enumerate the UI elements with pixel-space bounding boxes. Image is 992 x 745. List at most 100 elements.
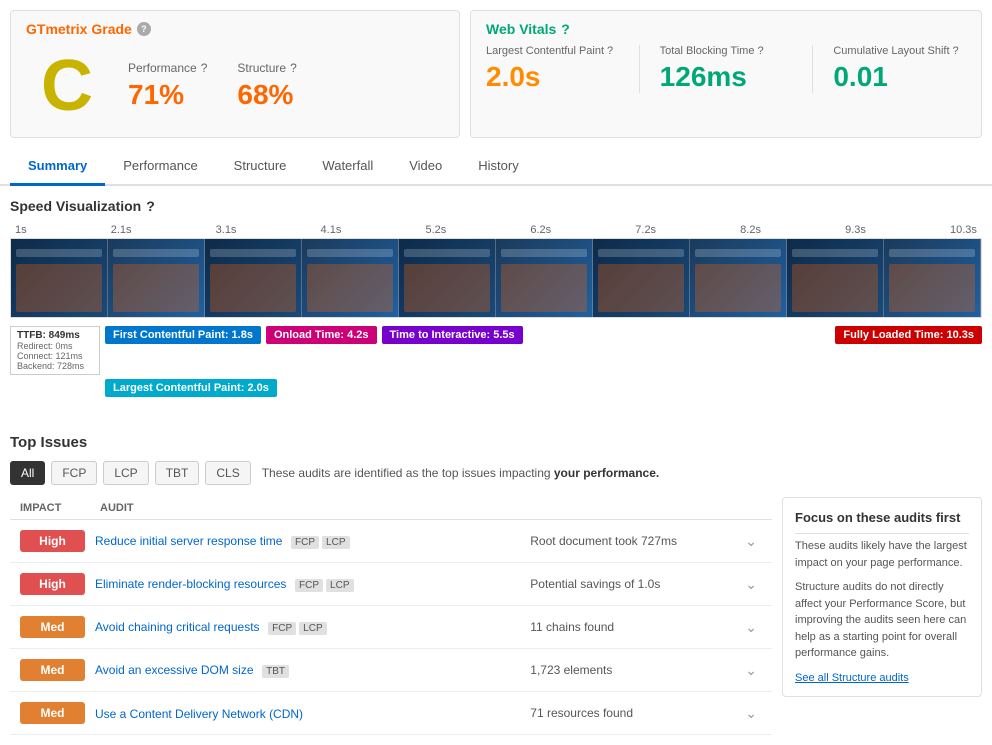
audit-expand-4[interactable]: ⌄: [740, 662, 762, 679]
structure-info-icon[interactable]: ?: [290, 61, 297, 75]
ttfb-block: TTFB: 849ms Redirect: 0ms Connect: 121ms…: [10, 326, 100, 375]
grade-letter: C: [26, 45, 108, 127]
col-impact-header: IMPACT: [20, 502, 100, 514]
screenshot-9: [787, 239, 884, 317]
screenshot-1: [11, 239, 108, 317]
structure-label: Structure ?: [237, 61, 296, 75]
lcp-info-icon[interactable]: ?: [607, 45, 613, 57]
timeline-markers: TTFB: 849ms Redirect: 0ms Connect: 121ms…: [10, 326, 982, 397]
impact-badge-1: High: [20, 530, 85, 552]
fcp-marker: First Contentful Paint: 1.8s: [105, 326, 261, 344]
ttfb-redirect: Redirect: 0ms: [17, 341, 93, 351]
tbt-vital: Total Blocking Time ? 126ms: [660, 45, 793, 93]
screenshot-8: [690, 239, 787, 317]
tab-history[interactable]: History: [460, 148, 536, 186]
fully-loaded-marker: Fully Loaded Time: 10.3s: [835, 326, 982, 344]
impact-badge-3: Med: [20, 616, 85, 638]
tag-tbt-4: TBT: [262, 665, 289, 678]
timeline-bar: [10, 238, 982, 318]
vital-divider-2: [812, 45, 813, 93]
filter-lcp[interactable]: LCP: [103, 461, 148, 485]
filter-desc: These audits are identified as the top i…: [262, 466, 660, 480]
audit-name-1[interactable]: Reduce initial server response time: [95, 534, 282, 548]
structure-metric: Structure ? 68%: [237, 61, 296, 111]
performance-info-icon[interactable]: ?: [201, 61, 208, 75]
audit-expand-1[interactable]: ⌄: [740, 533, 762, 550]
audit-name-3[interactable]: Avoid chaining critical requests: [95, 620, 260, 634]
tti-marker: Time to Interactive: 5.5s: [382, 326, 523, 344]
focus-link[interactable]: See all Structure audits: [795, 672, 909, 684]
performance-label: Performance ?: [128, 61, 207, 75]
grade-metrics: Performance ? 71% Structure ? 68%: [128, 61, 297, 111]
issues-title: Top Issues: [10, 434, 982, 451]
screenshot-4: [302, 239, 399, 317]
timeline-container: 1s 2.1s 3.1s 4.1s 5.2s 6.2s 7.2s 8.2s 9.…: [10, 224, 982, 397]
top-section: GTmetrix Grade ? C Performance ? 71% Str…: [0, 0, 992, 148]
cls-value: 0.01: [833, 61, 966, 93]
tab-waterfall[interactable]: Waterfall: [304, 148, 391, 186]
tab-structure[interactable]: Structure: [216, 148, 305, 186]
cls-vital: Cumulative Layout Shift ? 0.01: [833, 45, 966, 93]
audit-info-2: Eliminate render-blocking resources FCP …: [95, 576, 520, 592]
tbt-value: 126ms: [660, 61, 793, 93]
grade-info-icon[interactable]: ?: [137, 22, 151, 36]
performance-metric: Performance ? 71%: [128, 61, 207, 111]
impact-badge-4: Med: [20, 659, 85, 681]
focus-text-2: Structure audits do not directly affect …: [795, 579, 969, 662]
audit-tags-1: FCP LCP: [291, 536, 349, 549]
audit-detail-5: 71 resources found: [530, 706, 730, 720]
screenshot-3: [205, 239, 302, 317]
screenshot-6: [496, 239, 593, 317]
issues-section: Top Issues All FCP LCP TBT CLS These aud…: [0, 429, 992, 745]
ttfb-backend: Backend: 728ms: [17, 361, 93, 371]
table-row: Med Avoid an excessive DOM size TBT 1,72…: [10, 649, 772, 692]
onload-marker: Onload Time: 4.2s: [266, 326, 377, 344]
table-row: High Reduce initial server response time…: [10, 520, 772, 563]
speed-title: Speed Visualization ?: [10, 198, 982, 214]
tab-performance[interactable]: Performance: [105, 148, 215, 186]
tag-lcp-1: LCP: [322, 536, 349, 549]
table-row: Med Use a Content Delivery Network (CDN)…: [10, 692, 772, 735]
audit-name-5[interactable]: Use a Content Delivery Network (CDN): [95, 707, 303, 721]
table-header: IMPACT AUDIT: [10, 497, 772, 520]
audit-name-4[interactable]: Avoid an excessive DOM size: [95, 663, 254, 677]
focus-text-1: These audits likely have the largest imp…: [795, 538, 969, 571]
tbt-info-icon[interactable]: ?: [757, 45, 763, 57]
lcp-marker: Largest Contentful Paint: 2.0s: [105, 379, 277, 397]
tab-summary[interactable]: Summary: [10, 148, 105, 186]
audit-expand-2[interactable]: ⌄: [740, 576, 762, 593]
tag-fcp-2: FCP: [295, 579, 323, 592]
table-row: High Eliminate render-blocking resources…: [10, 563, 772, 606]
vitals-info-icon[interactable]: ?: [561, 21, 570, 37]
focus-panel: Focus on these audits first These audits…: [782, 497, 982, 697]
impact-badge-2: High: [20, 573, 85, 595]
filter-bar: All FCP LCP TBT CLS These audits are ide…: [10, 461, 982, 485]
ttfb-title: TTFB: 849ms: [17, 330, 93, 341]
filter-tbt[interactable]: TBT: [155, 461, 200, 485]
performance-value: 71%: [128, 79, 207, 111]
tab-video[interactable]: Video: [391, 148, 460, 186]
audit-tags-4: TBT: [262, 665, 289, 678]
filter-cls[interactable]: CLS: [205, 461, 250, 485]
grade-content: C Performance ? 71% Structure ? 68%: [26, 45, 444, 127]
cls-info-icon[interactable]: ?: [953, 45, 959, 57]
audit-info-5: Use a Content Delivery Network (CDN): [95, 706, 520, 721]
audit-expand-5[interactable]: ⌄: [740, 705, 762, 722]
screenshot-5: [399, 239, 496, 317]
issues-container: IMPACT AUDIT High Reduce initial server …: [10, 497, 982, 735]
filter-fcp[interactable]: FCP: [51, 461, 97, 485]
audit-name-2[interactable]: Eliminate render-blocking resources: [95, 577, 286, 591]
filter-all[interactable]: All: [10, 461, 45, 485]
timeline-labels: 1s 2.1s 3.1s 4.1s 5.2s 6.2s 7.2s 8.2s 9.…: [10, 224, 982, 236]
speed-section: Speed Visualization ? 1s 2.1s 3.1s 4.1s …: [0, 186, 992, 429]
marker-row-2: Largest Contentful Paint: 2.0s: [105, 379, 982, 397]
grade-card: GTmetrix Grade ? C Performance ? 71% Str…: [10, 10, 460, 138]
audit-detail-3: 11 chains found: [530, 620, 730, 634]
audit-info-1: Reduce initial server response time FCP …: [95, 533, 520, 549]
audit-expand-3[interactable]: ⌄: [740, 619, 762, 636]
lcp-label: Largest Contentful Paint ?: [486, 45, 619, 57]
speed-info-icon[interactable]: ?: [146, 198, 155, 214]
tabs-section: Summary Performance Structure Waterfall …: [0, 148, 992, 186]
vitals-content: Largest Contentful Paint ? 2.0s Total Bl…: [486, 45, 966, 93]
tag-lcp-2: LCP: [326, 579, 353, 592]
